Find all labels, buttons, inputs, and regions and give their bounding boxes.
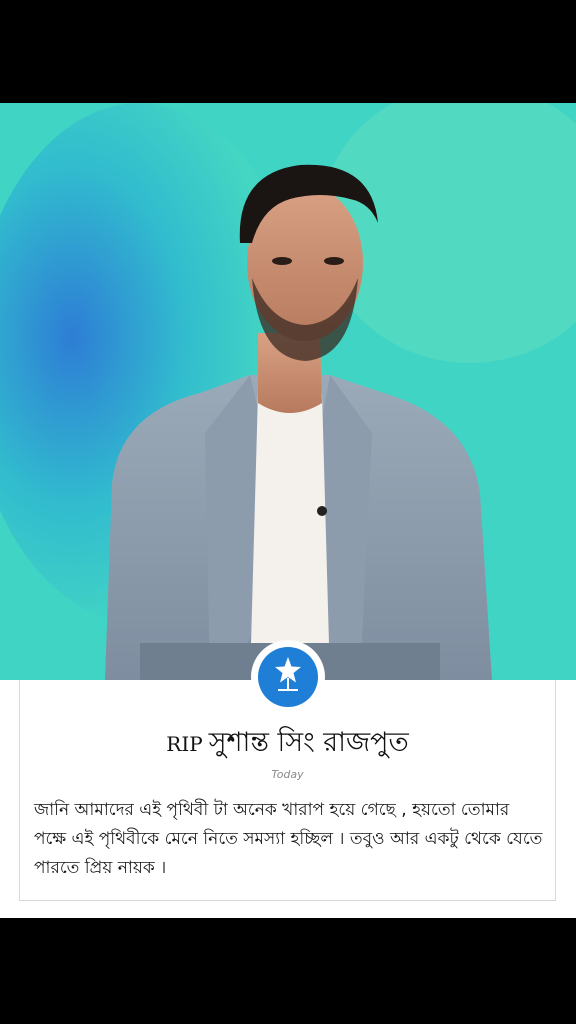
- badge-circle: [258, 647, 318, 707]
- story-screen: RIP সুশান্ত সিং রাজপুত Today জানি আমাদের …: [0, 0, 576, 1024]
- title-prefix: RIP: [166, 732, 203, 756]
- portrait-image: [0, 103, 576, 680]
- star-icon: [275, 657, 301, 691]
- bottom-letterbox: [0, 918, 576, 1024]
- post-badge: [251, 640, 325, 714]
- title-name: সুশান্ত সিং রাজপুত: [208, 727, 409, 758]
- post-photo: [0, 103, 576, 680]
- post-title: RIP সুশান্ত সিং রাজপুত: [19, 722, 556, 767]
- post-body: জানি আমাদের এই পৃথিবী টা অনেক খারাপ হয়ে…: [34, 800, 543, 878]
- post-date: Today: [271, 768, 304, 781]
